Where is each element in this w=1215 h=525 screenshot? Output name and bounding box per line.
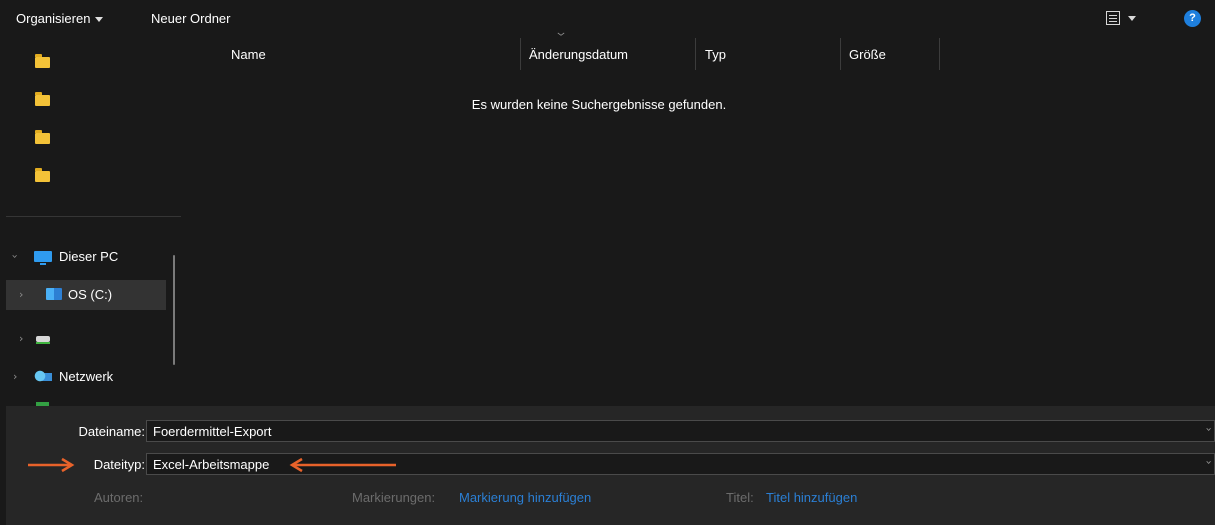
- column-separator[interactable]: [520, 38, 521, 70]
- sort-caret-icon: [557, 32, 565, 36]
- nav-item-folder-1[interactable]: [6, 46, 166, 76]
- navigation-pane: › Dieser PC › OS (C:) › › Netzwerk: [6, 32, 181, 406]
- filetype-label: Dateityp:: [93, 457, 145, 472]
- chevron-down-icon[interactable]: ›: [1202, 460, 1215, 464]
- organize-label: Organisieren: [16, 11, 91, 26]
- chevron-right-icon[interactable]: ›: [19, 288, 23, 301]
- nav-item-folder-3[interactable]: [6, 122, 166, 152]
- arrow-annotation-left: [289, 457, 396, 473]
- view-options-icon: [1106, 11, 1120, 25]
- nav-item-network[interactable]: › Netzwerk: [6, 362, 166, 392]
- nav-item-folder-4[interactable]: [6, 160, 166, 190]
- tags-label: Markierungen:: [352, 490, 436, 505]
- column-separator[interactable]: [695, 38, 696, 70]
- chevron-down-icon[interactable]: ›: [1202, 427, 1215, 431]
- folder-icon: [35, 130, 50, 144]
- filename-value: Foerdermittel-Export: [153, 424, 272, 439]
- organize-button[interactable]: Organisieren: [16, 11, 104, 26]
- title-label: Titel:: [726, 490, 754, 505]
- column-header-modified[interactable]: Änderungsdatum: [529, 47, 628, 62]
- folder-icon: [35, 168, 50, 182]
- computer-icon: [34, 251, 52, 265]
- caret-down-icon: [95, 17, 104, 23]
- add-title-link[interactable]: Titel hinzufügen: [766, 490, 857, 505]
- column-separator[interactable]: [939, 38, 940, 70]
- nav-label-network: Netzwerk: [59, 369, 114, 384]
- chevron-down-icon[interactable]: ›: [9, 254, 22, 258]
- nav-item-this-pc[interactable]: › Dieser PC: [6, 242, 166, 272]
- add-tag-link[interactable]: Markierung hinzufügen: [459, 490, 591, 505]
- save-options-panel: Dateiname: Foerdermittel-Export › Dateit…: [6, 406, 1215, 525]
- nav-label-os-drive: OS (C:): [68, 287, 113, 302]
- nav-item-os-drive[interactable]: › OS (C:): [6, 280, 166, 310]
- nav-scrollbar[interactable]: [173, 255, 175, 365]
- empty-results-message: Es wurden keine Suchergebnisse gefunden.: [471, 97, 727, 112]
- authors-label: Autoren:: [94, 490, 144, 505]
- chevron-right-icon[interactable]: ›: [13, 370, 17, 383]
- nav-divider: [6, 216, 181, 217]
- caret-down-icon: [1128, 16, 1136, 21]
- new-folder-button[interactable]: Neuer Ordner: [151, 11, 230, 26]
- folder-icon: [35, 92, 50, 106]
- toolbar: Organisieren Neuer Ordner ?: [6, 6, 1215, 32]
- nav-item-drive[interactable]: ›: [6, 324, 166, 354]
- filetype-value: Excel-Arbeitsmappe: [153, 457, 270, 472]
- folder-icon: [35, 54, 50, 68]
- new-folder-label: Neuer Ordner: [151, 11, 231, 26]
- os-drive-icon: [46, 288, 62, 300]
- column-header-name[interactable]: Name: [231, 47, 266, 62]
- view-options-button[interactable]: [1106, 10, 1142, 28]
- drive-icon: [36, 336, 50, 344]
- file-save-dialog: Organisieren Neuer Ordner ? › Dieser PC: [6, 6, 1215, 525]
- filename-input[interactable]: Foerdermittel-Export ›: [146, 420, 1215, 442]
- column-header-type[interactable]: Typ: [705, 47, 726, 62]
- chevron-right-icon[interactable]: ›: [19, 332, 23, 345]
- help-icon[interactable]: ?: [1184, 10, 1201, 27]
- nav-label-this-pc: Dieser PC: [59, 249, 119, 264]
- column-header-size[interactable]: Größe: [849, 47, 886, 62]
- column-separator[interactable]: [840, 38, 841, 70]
- network-icon: [34, 370, 52, 384]
- file-list: Name Änderungsdatum Typ Größe Es wurden …: [187, 32, 1215, 406]
- filename-label: Dateiname:: [78, 424, 145, 439]
- arrow-annotation-right: [28, 457, 75, 473]
